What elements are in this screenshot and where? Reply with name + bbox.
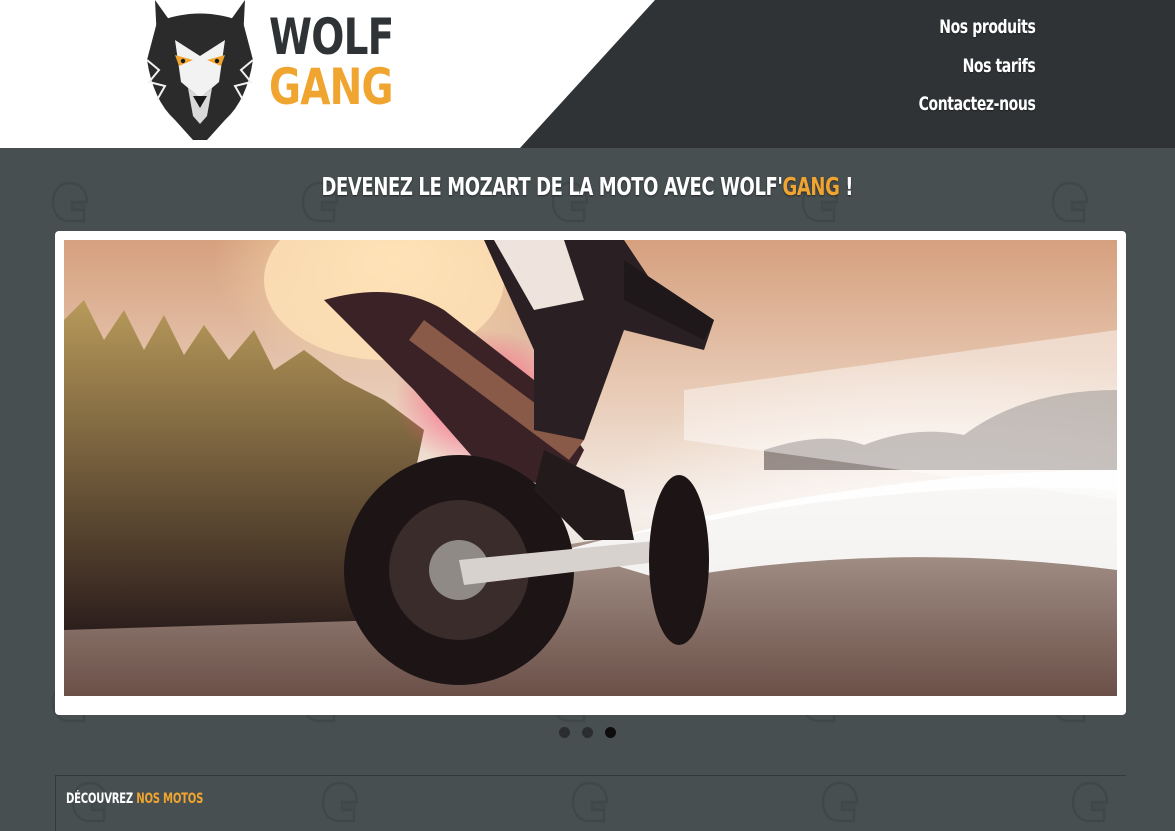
slider-pagination: [0, 727, 1175, 738]
logo-wordmark: WOLF GANG: [269, 12, 429, 114]
section-title-discover: DÉCOUVREZ NOS MOTOS: [66, 791, 203, 807]
nav-item-products[interactable]: Nos produits: [918, 12, 1036, 51]
section-title-accent: NOS MOTOS: [136, 791, 204, 807]
motorcycle-photo-illustration: [64, 240, 1117, 696]
slider-dot-2[interactable]: [582, 727, 593, 738]
home-logo-link[interactable]: WOLF GANG: [135, 0, 395, 142]
section-title-prefix: DÉCOUVREZ: [66, 791, 137, 807]
slider-dot-3-active[interactable]: [605, 727, 616, 738]
nav-item-contact[interactable]: Contactez-nous: [918, 89, 1035, 128]
page-title-main: DEVENEZ LE MOZART DE LA MOTO AVEC WOLF': [321, 172, 783, 201]
image-slider: [55, 231, 1126, 715]
section-divider: [55, 775, 1126, 776]
site-header: WOLF GANG Nos produits Nos tarifs Contac…: [0, 0, 1175, 148]
helmet-watermark-icon: [820, 780, 860, 824]
page: WOLF GANG Nos produits Nos tarifs Contac…: [0, 0, 1175, 831]
page-title: DEVENEZ LE MOZART DE LA MOTO AVEC WOLF'G…: [0, 172, 1175, 201]
wolf-head-logo-icon: [146, 0, 254, 140]
logo-text-wolf: WOLF: [269, 8, 394, 66]
helmet-watermark-icon: [320, 780, 360, 824]
logo-text-gang: GANG: [269, 58, 394, 116]
slide-image-motorcycle[interactable]: [64, 240, 1117, 696]
section-left-border: [55, 775, 56, 831]
nav-item-pricing[interactable]: Nos tarifs: [918, 51, 1035, 90]
helmet-watermark-icon: [1070, 780, 1110, 824]
page-title-suffix: !: [839, 172, 854, 201]
page-title-accent: GANG: [782, 172, 840, 201]
main-nav: Nos produits Nos tarifs Contactez-nous: [893, 12, 1035, 128]
slider-dot-1[interactable]: [559, 727, 570, 738]
helmet-watermark-icon: [570, 780, 610, 824]
